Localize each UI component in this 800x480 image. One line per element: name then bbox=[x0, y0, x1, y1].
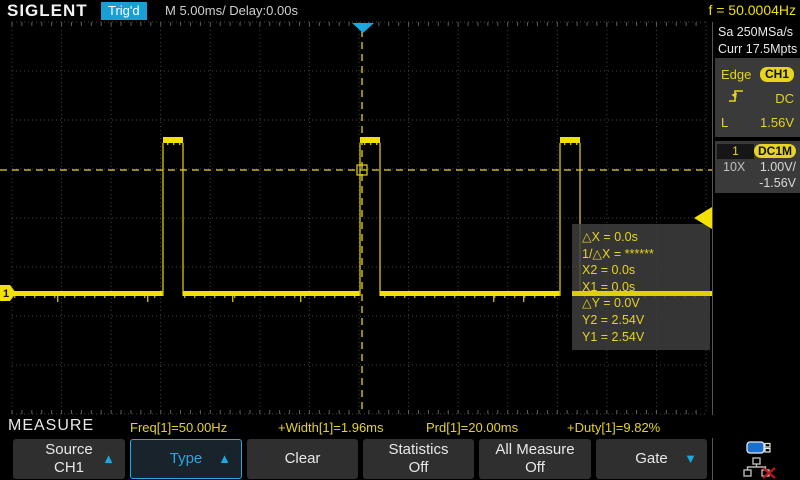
sample-rate-readout: Sa 250MSa/s bbox=[713, 22, 800, 39]
measure-period: Prd[1]=20.00ms bbox=[426, 420, 518, 435]
cursor-y2: Y2 = 2.54V bbox=[582, 312, 710, 329]
memory-depth-readout: Curr 17.5Mpts bbox=[713, 39, 800, 56]
lan-disconnected-icon bbox=[743, 457, 777, 479]
rising-edge-icon bbox=[721, 88, 745, 109]
measure-title: MEASURE bbox=[8, 417, 94, 435]
waveform-baseline-overlay bbox=[572, 291, 710, 296]
probe-attenuation-readout: 10X bbox=[717, 160, 745, 174]
usb-device-icon bbox=[746, 441, 772, 454]
cursor-x2: X2 = 0.0s bbox=[582, 262, 710, 279]
vertical-offset-readout: -1.56V bbox=[759, 176, 796, 190]
vertical-scale-readout: 1.00V/ bbox=[760, 160, 796, 174]
measure-pos-width: +Width[1]=1.96ms bbox=[278, 420, 384, 435]
measure-strip: MEASURE Freq[1]=50.00Hz +Width[1]=1.96ms… bbox=[0, 415, 800, 438]
connectivity-status-area bbox=[712, 438, 800, 480]
all-measure-button-label: All Measure bbox=[495, 441, 574, 459]
trigger-level-label: L bbox=[721, 115, 728, 130]
up-arrow-icon: ▲ bbox=[102, 450, 115, 468]
statistics-button-label: Statistics bbox=[388, 441, 448, 459]
type-button[interactable]: Type ▲ bbox=[130, 439, 242, 479]
waveform-svg: 1 bbox=[0, 0, 712, 440]
cursor-inv-delta-x: 1/△X = ****** bbox=[582, 246, 710, 263]
trigger-source-badge: CH1 bbox=[760, 67, 794, 82]
channel1-info-panel[interactable]: 1 DC1M 10X 1.00V/ -1.56V bbox=[715, 141, 800, 193]
type-button-label: Type bbox=[170, 450, 203, 468]
clear-button[interactable]: Clear bbox=[247, 439, 358, 479]
statistics-button-value: Off bbox=[409, 459, 429, 477]
source-button-label: Source bbox=[45, 441, 93, 459]
clear-button-label: Clear bbox=[285, 450, 321, 468]
trigger-level-value: 1.56V bbox=[760, 115, 794, 130]
statistics-button[interactable]: Statistics Off bbox=[363, 439, 474, 479]
cursor-readout-box: △X = 0.0s 1/△X = ****** X2 = 0.0s X1 = 0… bbox=[572, 224, 710, 350]
status-sidebar: Sa 250MSa/s Curr 17.5Mpts Edge CH1 DC L … bbox=[712, 22, 800, 427]
source-button[interactable]: Source CH1 ▲ bbox=[13, 439, 125, 479]
oscilloscope-screen: SIGLENT Trig'd M 5.00ms/ Delay:0.00s f =… bbox=[0, 0, 800, 480]
waveform-display: 1 bbox=[0, 0, 712, 440]
cursor-delta-y: △Y = 0.0V bbox=[582, 295, 710, 312]
cursor-y1: Y1 = 2.54V bbox=[582, 329, 710, 346]
up-arrow-icon: ▲ bbox=[218, 450, 231, 468]
softkey-menu-bar: Source CH1 ▲ Type ▲ Clear Statistics Off… bbox=[0, 438, 800, 480]
down-arrow-icon: ▼ bbox=[684, 450, 697, 468]
frequency-counter: f = 50.0004Hz bbox=[708, 2, 796, 18]
source-button-value: CH1 bbox=[54, 459, 84, 477]
channel-number-badge: 1 bbox=[717, 144, 754, 159]
trigger-level-marker-icon[interactable] bbox=[694, 207, 712, 229]
trigger-type-label: Edge bbox=[721, 67, 751, 82]
trigger-info-panel[interactable]: Edge CH1 DC L 1.56V bbox=[715, 58, 800, 137]
svg-text:1: 1 bbox=[3, 288, 9, 300]
gate-button[interactable]: Gate ▼ bbox=[596, 439, 707, 479]
all-measure-button[interactable]: All Measure Off bbox=[479, 439, 591, 479]
cursor-delta-x: △X = 0.0s bbox=[582, 229, 710, 246]
all-measure-button-value: Off bbox=[525, 459, 545, 477]
channel-coupling-badge: DC1M bbox=[754, 144, 796, 158]
trigger-coupling-label: DC bbox=[775, 91, 794, 106]
measure-pos-duty: +Duty[1]=9.82% bbox=[567, 420, 660, 435]
measure-freq: Freq[1]=50.00Hz bbox=[130, 420, 227, 435]
gate-button-label: Gate bbox=[635, 450, 668, 468]
